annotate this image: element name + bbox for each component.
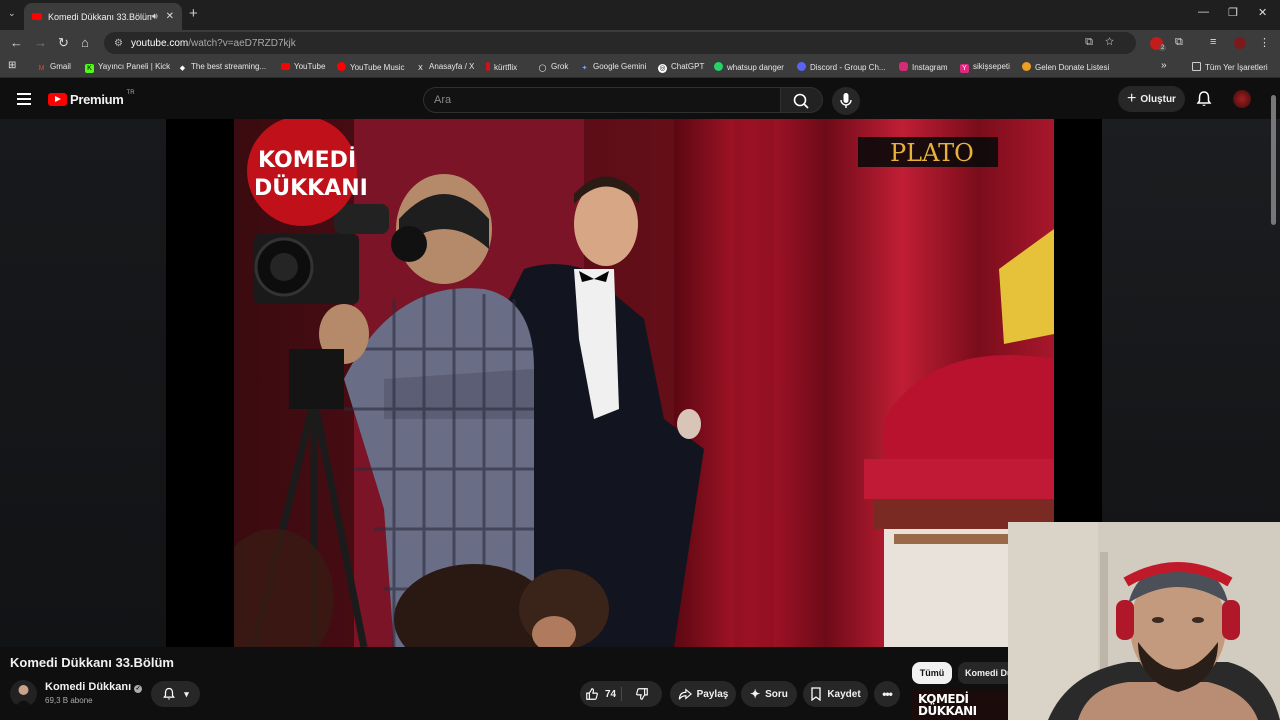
site-info-icon[interactable]: ⚙ — [114, 38, 123, 49]
video-player[interactable]: KOMEDİ DÜKKANI PLATO — [166, 119, 1102, 647]
omnibox-actions[interactable]: ⧉☆ — [1085, 36, 1126, 49]
webcam-overlay — [1008, 522, 1280, 720]
apps-icon[interactable]: ⊞ — [8, 60, 16, 71]
dislike-button[interactable] — [621, 687, 662, 701]
search-input[interactable]: Ara — [423, 87, 781, 113]
thumbs-up-icon — [586, 688, 598, 700]
plato-watermark: PLATO — [890, 139, 974, 167]
ambient-right — [1102, 119, 1280, 524]
verified-icon: ✓ — [134, 685, 143, 693]
bookmark-kick[interactable]: K Yayıncı Paneli | Kick — [85, 62, 170, 73]
more-actions-button[interactable]: ••• — [874, 681, 900, 707]
voice-search-button[interactable] — [832, 87, 860, 115]
back-icon[interactable]: ← — [10, 35, 23, 50]
bookmark-instagram[interactable]: Instagram — [899, 62, 948, 72]
bookmark-sikissepeti[interactable]: Ysikişsepeti — [960, 62, 1010, 73]
share-button[interactable]: Paylaş — [670, 681, 736, 707]
new-tab-button[interactable]: + — [189, 5, 198, 22]
tab-title: Komedi Dükkanı 33.Bölüm — [48, 11, 152, 22]
home-icon[interactable]: ⌂ — [81, 35, 89, 50]
speaker-icon[interactable]: 🔊︎ — [152, 11, 158, 22]
video-scene: KOMEDİ DÜKKANI PLATO — [234, 119, 1054, 647]
show-logo-line1: KOMEDİ — [258, 147, 356, 173]
bell-icon — [163, 687, 176, 700]
bookmark-donate[interactable]: Gelen Donate Listesi — [1022, 62, 1109, 72]
bookmark-youtube-music[interactable]: YouTube Music — [337, 62, 405, 72]
bookmark-discord[interactable]: Discord - Group Ch... — [797, 62, 886, 72]
extensions-puzzle-icon[interactable]: ⧉ — [1175, 36, 1183, 49]
create-button[interactable]: + Oluştur — [1118, 86, 1185, 112]
bookmark-gmail[interactable]: M Gmail — [37, 62, 71, 73]
all-bookmarks[interactable]: Tüm Yer İşaretleri — [1192, 62, 1268, 72]
like-button[interactable]: 74 — [580, 687, 621, 701]
page-scrollbar[interactable] — [1271, 95, 1276, 225]
browser-tab[interactable]: Komedi Dükkanı 33.Bölüm 🔊︎ ✕ — [24, 3, 182, 30]
close-tab-icon[interactable]: ✕ — [166, 11, 174, 22]
account-avatar[interactable] — [1233, 90, 1251, 108]
tab-strip: ⌄ Komedi Dükkanı 33.Bölüm 🔊︎ ✕ + — ❐ ✕ — [0, 0, 1280, 30]
profile-avatar-icon[interactable] — [1234, 37, 1246, 49]
like-dislike-group: 74 — [580, 681, 662, 707]
video-frame[interactable]: KOMEDİ DÜKKANI PLATO — [234, 119, 1054, 647]
thumbs-down-icon — [636, 688, 648, 700]
restore-button[interactable]: ❐ — [1228, 6, 1238, 19]
youtube-premium-logo[interactable]: Premium TR — [48, 90, 135, 107]
subscriber-count: 69,3 B abone — [45, 696, 93, 705]
media-controls-icon[interactable]: ≡ — [1210, 36, 1216, 48]
reload-icon[interactable]: ↻ — [58, 35, 69, 51]
bookmark-x[interactable]: X Anasayfa / X — [416, 62, 474, 73]
extension-badge: 2 — [1159, 45, 1167, 51]
show-logo-line2: DÜKKANI — [254, 175, 368, 201]
subscription-bell-button[interactable]: ▾ — [151, 681, 200, 707]
search-icon — [793, 93, 809, 109]
channel-avatar[interactable] — [10, 680, 37, 707]
bookmark-icon — [811, 687, 821, 701]
browser-toolbar: ← → ↻ ⌂ ⚙ youtube.com/watch?v=aeD7RZD7kj… — [0, 30, 1280, 56]
chevron-down-icon: ▾ — [184, 688, 189, 699]
bookmarks-bar: ⊞ M Gmail K Yayıncı Paneli | Kick ◆ The bes… — [0, 56, 1280, 78]
channel-avatar-icon — [15, 685, 32, 707]
bookmark-streaming[interactable]: ◆ The best streaming... — [178, 62, 266, 73]
plus-icon: + — [1127, 90, 1137, 107]
save-button[interactable]: Kaydet — [803, 681, 868, 707]
share-icon — [678, 688, 692, 700]
more-horiz-icon: ••• — [882, 687, 893, 701]
youtube-play-icon — [48, 93, 67, 106]
channel-name[interactable]: Komedi Dükkanı ✓ — [45, 681, 143, 693]
like-count: 74 — [604, 688, 617, 700]
more-bookmarks-icon[interactable]: » — [1161, 60, 1167, 71]
url-path: /watch?v=aeD7RZD7kjk — [188, 37, 296, 49]
address-bar[interactable]: ⚙ youtube.com/watch?v=aeD7RZD7kjk ⧉☆ — [104, 32, 1136, 54]
ask-button[interactable]: ✦ Soru — [741, 681, 797, 707]
bookmark-gemini[interactable]: ✦ Google Gemini — [580, 62, 647, 73]
chip-all[interactable]: Tümü — [912, 662, 952, 684]
related-video-thumbnail[interactable]: KOMEDİ DÜKKANI — [912, 690, 1012, 720]
video-title: Komedi Dükkanı 33.Bölüm — [10, 655, 174, 670]
forward-icon[interactable]: → — [34, 35, 47, 50]
youtube-masthead: Premium TR Ara + Oluştur — [0, 78, 1280, 120]
notifications-bell-icon[interactable] — [1195, 90, 1213, 108]
bookmark-youtube[interactable]: YouTube — [281, 62, 325, 71]
menu-kebab-icon[interactable]: ⋮ — [1259, 36, 1270, 49]
url-domain: youtube.com — [130, 37, 189, 49]
sparkle-icon: ✦ — [750, 687, 761, 701]
bookmark-whatsapp[interactable]: whatsup danger — [714, 62, 784, 72]
thumbnail-text: KOMEDİ DÜKKANI — [918, 692, 977, 718]
ambient-left — [0, 119, 166, 647]
webcam-feed — [1008, 522, 1280, 720]
bookmark-chatgpt[interactable]: ◎ ChatGPT — [658, 62, 704, 73]
bookmark-grok[interactable]: ◯ Grok — [538, 62, 569, 73]
tab-search-icon[interactable]: ⌄ — [8, 8, 16, 19]
search-button[interactable] — [781, 87, 823, 113]
youtube-favicon-icon — [32, 13, 42, 20]
minimize-button[interactable]: — — [1198, 6, 1209, 18]
mic-icon — [840, 93, 852, 108]
guide-menu-icon[interactable] — [17, 93, 31, 105]
close-window-button[interactable]: ✕ — [1258, 6, 1267, 19]
bookmark-kurtflix[interactable]: kürtflix — [486, 62, 517, 72]
